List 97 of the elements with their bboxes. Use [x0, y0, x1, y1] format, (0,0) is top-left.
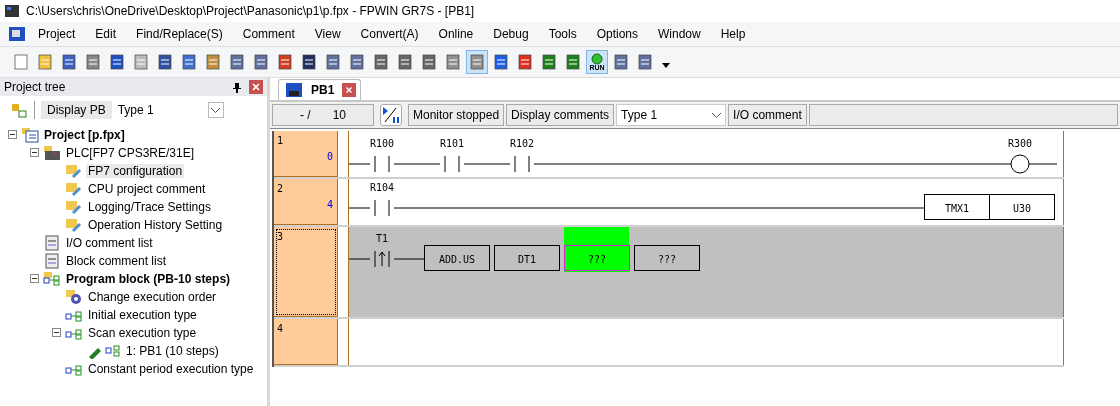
- device-label: R100: [369, 138, 395, 149]
- comments-status: Display comments: [506, 104, 615, 126]
- step-number: 4: [326, 199, 333, 210]
- operand-cell[interactable]: [424, 245, 490, 271]
- monitor-status: Monitor stopped: [408, 104, 505, 126]
- rung-area[interactable]: R104 TMX1 U30: [349, 179, 1064, 225]
- device-label: R101: [439, 138, 465, 149]
- operand-cell[interactable]: [494, 245, 560, 271]
- collapse-toggle[interactable]: [8, 130, 18, 140]
- rung-number-cell[interactable]: 1 0: [274, 131, 338, 177]
- tree-item[interactable]: I/O comment list: [64, 236, 155, 250]
- type-select[interactable]: Type 1: [117, 103, 202, 117]
- folder-wrench-icon: [65, 181, 83, 197]
- menu-item[interactable]: Help: [708, 27, 754, 41]
- menu-item[interactable]: Tools: [536, 27, 585, 41]
- operand-text: TMX1: [944, 203, 970, 214]
- tree-item[interactable]: Project [p.fpx]: [42, 128, 127, 142]
- tree-item[interactable]: Change execution order: [86, 290, 219, 304]
- operand-cell[interactable]: [989, 194, 1055, 220]
- type-select[interactable]: Type 1: [616, 104, 727, 126]
- collapse-toggle[interactable]: [30, 148, 40, 158]
- collapse-toggle[interactable]: [30, 274, 40, 284]
- monitor-toggle-button[interactable]: [380, 104, 402, 126]
- editor-tab[interactable]: PB1: [278, 79, 362, 100]
- plc-icon: [43, 145, 61, 161]
- close-icon[interactable]: [342, 83, 357, 97]
- collapse-toggle[interactable]: [52, 328, 62, 338]
- tree-item[interactable]: FP7 configuration: [86, 164, 185, 178]
- operand-cell[interactable]: [564, 245, 630, 271]
- operand-cell[interactable]: [924, 194, 990, 220]
- comment-kind-status: I/O comment: [728, 104, 807, 126]
- operand-text: DT1: [517, 254, 537, 265]
- pencil-block-icon: [87, 343, 121, 359]
- tab-label: PB1: [311, 83, 335, 97]
- device-label: R104: [369, 182, 395, 193]
- tree-item[interactable]: CPU project comment: [86, 182, 208, 196]
- menu-item[interactable]: View: [302, 27, 349, 41]
- menu-item[interactable]: Project: [26, 27, 84, 41]
- operand-text: U30: [1012, 203, 1032, 214]
- rung-number: 4: [277, 323, 284, 334]
- tree-item[interactable]: Operation History Setting: [86, 218, 225, 232]
- chevron-down-icon: [712, 112, 722, 118]
- rung-number: 2: [277, 183, 284, 194]
- operand-cell[interactable]: [634, 245, 700, 271]
- menu-item[interactable]: Window: [646, 27, 709, 41]
- device-label: R102: [509, 138, 535, 149]
- folder-wrench-icon: [65, 217, 83, 233]
- rung-area[interactable]: T1 ADD.US DT1 ??? ???: [349, 227, 1064, 317]
- ladder-icon: [285, 82, 303, 98]
- folder-gear-icon: [65, 289, 83, 305]
- operand-text: ADD.US: [438, 254, 476, 265]
- position-text: - /: [300, 108, 311, 122]
- rung-number: 1: [277, 135, 284, 146]
- step-count: 10: [332, 108, 346, 122]
- list-icon: [43, 235, 61, 251]
- device-label: T1: [376, 233, 388, 244]
- tree-item[interactable]: 1: PB1 (10 steps): [124, 344, 221, 358]
- step-number: 0: [326, 151, 333, 162]
- display-pb-button[interactable]: Display PB: [41, 101, 112, 119]
- pin-icon[interactable]: [233, 81, 241, 93]
- operand-text: ???: [587, 254, 607, 265]
- close-icon[interactable]: [249, 80, 263, 94]
- menu-item[interactable]: Options: [584, 27, 646, 41]
- dropdown-caret-icon[interactable]: [662, 62, 670, 68]
- rung-area[interactable]: R100 R101 R102 R300: [349, 131, 1064, 177]
- document-icon[interactable]: [8, 26, 26, 42]
- menu-item[interactable]: Convert(A): [348, 27, 427, 41]
- tree-item[interactable]: PLC[FP7 CPS3RE/31E]: [64, 146, 197, 160]
- panel-title: Project tree: [4, 80, 66, 94]
- project-icon: [21, 127, 39, 143]
- tree-item[interactable]: Scan execution type: [86, 326, 199, 340]
- list-icon: [43, 253, 61, 269]
- operand-text: ???: [657, 254, 677, 265]
- folder-wrench-icon: [65, 199, 83, 215]
- chevron-down-icon: [211, 107, 221, 113]
- tree-item[interactable]: Logging/Trace Settings: [86, 200, 213, 214]
- rung-number-cell[interactable]: 3: [274, 227, 338, 317]
- tree-item[interactable]: Program block (PB-10 steps): [64, 272, 233, 286]
- menu-item[interactable]: Edit: [83, 27, 125, 41]
- tree-item[interactable]: Block comment list: [64, 254, 169, 268]
- app-icon: [4, 4, 20, 18]
- menu-item[interactable]: Find/Replace(S): [124, 27, 231, 41]
- rung-number: 3: [277, 231, 284, 242]
- folder-wrench-icon: [65, 163, 83, 179]
- rung-number-cell[interactable]: 4: [274, 319, 338, 365]
- device-label: R300: [1007, 138, 1033, 149]
- tree-item[interactable]: Initial execution type: [86, 308, 199, 322]
- rung-number-cell[interactable]: 2 4: [274, 179, 338, 225]
- menu-item[interactable]: Online: [426, 27, 482, 41]
- select-value: Type 1: [621, 108, 658, 122]
- menu-item[interactable]: Debug: [481, 27, 537, 41]
- block-icon: [43, 271, 61, 287]
- menu-item[interactable]: Comment: [230, 27, 303, 41]
- dropdown-button[interactable]: [207, 102, 224, 118]
- coil-symbol[interactable]: [1010, 154, 1030, 174]
- tree-item[interactable]: Constant period execution type: [86, 362, 256, 376]
- window-title: C:\Users\chris\OneDrive\Desktop\Project\Panasonic\p1\p.fpx - FPWIN GR7S - [PB1]: [26, 4, 475, 18]
